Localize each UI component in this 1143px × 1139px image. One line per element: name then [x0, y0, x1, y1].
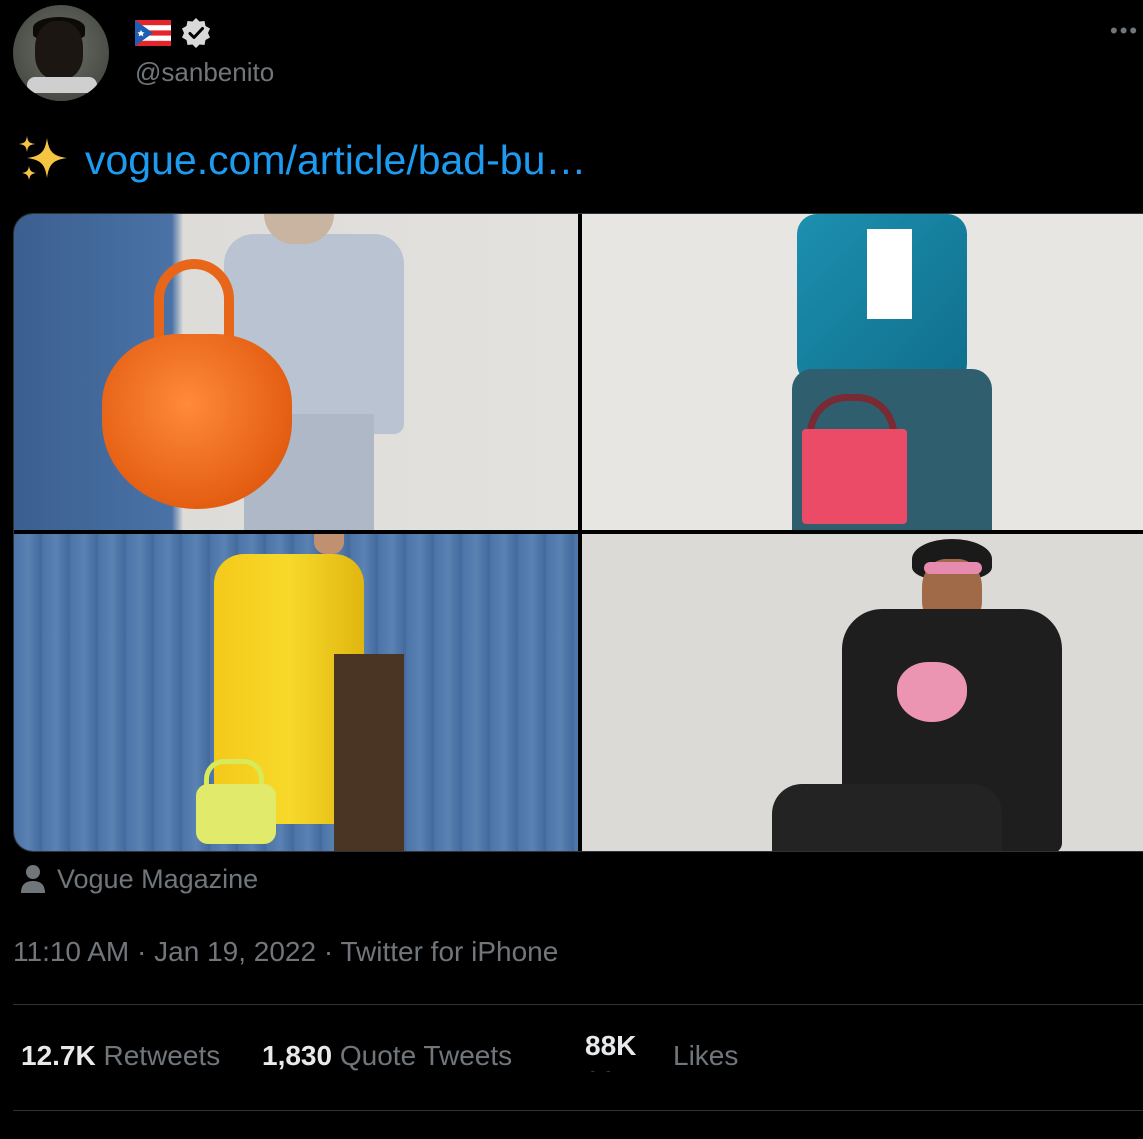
tweet-time[interactable]: 11:10 AM — [13, 936, 129, 967]
photo-yellow-satchel[interactable] — [14, 534, 578, 851]
avatar-hand — [27, 77, 97, 93]
tweet-meta: 11:10 AM · Jan 19, 2022 · Twitter for iP… — [13, 936, 558, 968]
media-grid[interactable] — [13, 213, 1143, 852]
avatar[interactable] — [13, 5, 109, 101]
retweets-count: 12.7K — [21, 1040, 96, 1071]
likes-count[interactable]: 88K 89.1K — [585, 1028, 649, 1072]
media-source-name: Vogue Magazine — [57, 864, 259, 894]
tweet-date[interactable]: Jan 19, 2022 — [154, 936, 316, 967]
tweet-text: vogue.com/article/bad-bu… — [17, 134, 586, 184]
meta-separator: · — [316, 936, 341, 967]
divider-bottom — [13, 1110, 1143, 1111]
quote-tweets-stat[interactable]: 1,830 Quote Tweets — [262, 1040, 512, 1072]
quote-tweets-count: 1,830 — [262, 1040, 333, 1071]
photo-orange-hobo-bag[interactable] — [14, 214, 578, 530]
likes-count-incoming: 89.1K — [585, 1064, 649, 1072]
verified-badge-icon — [182, 18, 210, 48]
engagement-stats: 12.7K Retweets 1,830 Quote Tweets — [21, 1040, 546, 1072]
tweet-client[interactable]: Twitter for iPhone — [340, 936, 558, 967]
retweets-label: Retweets — [103, 1040, 221, 1071]
likes-label[interactable]: Likes — [673, 1040, 738, 1072]
more-options-icon[interactable]: ••• — [1110, 18, 1139, 44]
puerto-rico-flag-icon — [135, 20, 171, 46]
user-handle[interactable]: @sanbenito — [135, 57, 274, 88]
avatar-face — [35, 21, 83, 79]
article-link[interactable]: vogue.com/article/bad-bu… — [85, 137, 586, 183]
likes-count-current: 88K — [585, 1030, 637, 1061]
quote-tweets-label: Quote Tweets — [339, 1040, 513, 1071]
retweets-stat[interactable]: 12.7K Retweets — [21, 1040, 220, 1072]
divider-top — [13, 1004, 1143, 1005]
photo-pink-heart-bag[interactable] — [582, 534, 1143, 851]
media-source[interactable]: Vogue Magazine — [19, 864, 258, 895]
photo-pink-top-handle-bag[interactable] — [582, 214, 1143, 530]
sparkles-emoji-icon — [19, 136, 67, 180]
person-icon — [21, 865, 45, 893]
meta-separator: · — [129, 936, 155, 967]
